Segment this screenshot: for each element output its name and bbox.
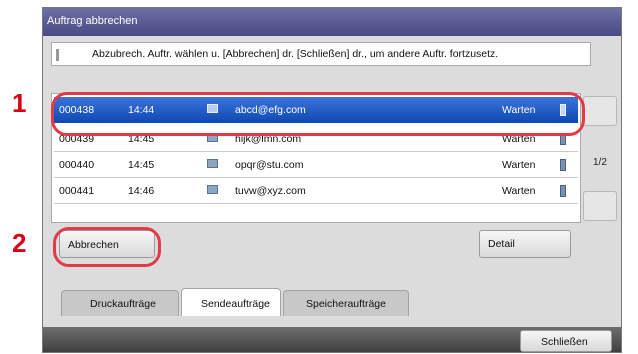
job-row-000441[interactable]: 000441 14:46 tuvw@xyz.com Warten (54, 178, 578, 204)
close-button[interactable]: Schließen (520, 330, 612, 352)
title-bar: Auftrag abbrechen (43, 8, 621, 36)
job-status: Warten (502, 185, 536, 197)
page-indicator: 1/2 (593, 157, 607, 168)
job-id: 000440 (59, 159, 95, 171)
tab-storage-jobs[interactable]: Speicheraufträge (283, 290, 409, 316)
job-row-000439[interactable]: 000439 14:45 hijk@lmn.com Warten (54, 126, 578, 152)
job-destination: tuvw@xyz.com (235, 185, 306, 197)
job-row-000440[interactable]: 000440 14:45 opqr@stu.com Warten (54, 152, 578, 178)
page-up-button[interactable] (583, 96, 617, 126)
job-time: 14:46 (128, 185, 155, 197)
tab-label: Sendeaufträge (201, 298, 270, 310)
instruction-box: Abzubrech. Auftr. wählen u. [Abbrechen] … (51, 42, 591, 66)
job-id: 000439 (59, 133, 95, 145)
tab-print-jobs[interactable]: Druckaufträge (61, 290, 179, 316)
job-status: Warten (502, 104, 536, 116)
pager: 1/2 (583, 96, 621, 221)
job-row-000438[interactable]: 000438 14:44 abcd@efg.com Warten (54, 97, 578, 123)
job-destination: opqr@stu.com (235, 159, 304, 171)
status-square-icon (560, 133, 566, 145)
tab-label: Druckaufträge (90, 298, 156, 310)
job-status: Warten (502, 159, 536, 171)
send-icon (207, 133, 218, 145)
bottom-bar: Schließen (43, 327, 621, 352)
job-time: 14:45 (128, 159, 155, 171)
callout-number-2: 2 (12, 228, 27, 258)
cancel-button[interactable]: Abbrechen (59, 230, 155, 258)
info-marker-icon (56, 49, 59, 61)
send-icon (207, 185, 218, 197)
tab-label: Speicheraufträge (306, 298, 386, 310)
job-destination: abcd@efg.com (235, 104, 306, 116)
job-time: 14:45 (128, 133, 155, 145)
status-square-icon (560, 159, 566, 171)
callout-number-1: 1 (12, 88, 27, 118)
window-title: Auftrag abbrechen (47, 15, 138, 27)
status-square-icon (560, 185, 566, 197)
cancel-job-screen: Auftrag abbrechen Abzubrech. Auftr. wähl… (42, 7, 622, 353)
close-button-label: Schließen (541, 336, 588, 348)
detail-button-label: Detail (488, 238, 515, 250)
detail-button[interactable]: Detail (479, 230, 571, 258)
send-icon (207, 159, 218, 171)
tab-send-jobs[interactable]: Sendeaufträge (181, 288, 281, 316)
cancel-button-label: Abbrechen (68, 239, 119, 251)
instruction-text: Abzubrech. Auftr. wählen u. [Abbrechen] … (92, 48, 499, 60)
page-down-button[interactable] (583, 191, 617, 221)
job-status: Warten (502, 133, 536, 145)
job-destination: hijk@lmn.com (235, 133, 302, 145)
status-square-icon (560, 104, 566, 116)
send-icon (207, 104, 218, 116)
job-id: 000438 (59, 104, 95, 116)
job-id: 000441 (59, 185, 95, 197)
job-list: 000438 14:44 abcd@efg.com Warten 000439 … (51, 93, 581, 223)
job-time: 14:44 (128, 104, 155, 116)
